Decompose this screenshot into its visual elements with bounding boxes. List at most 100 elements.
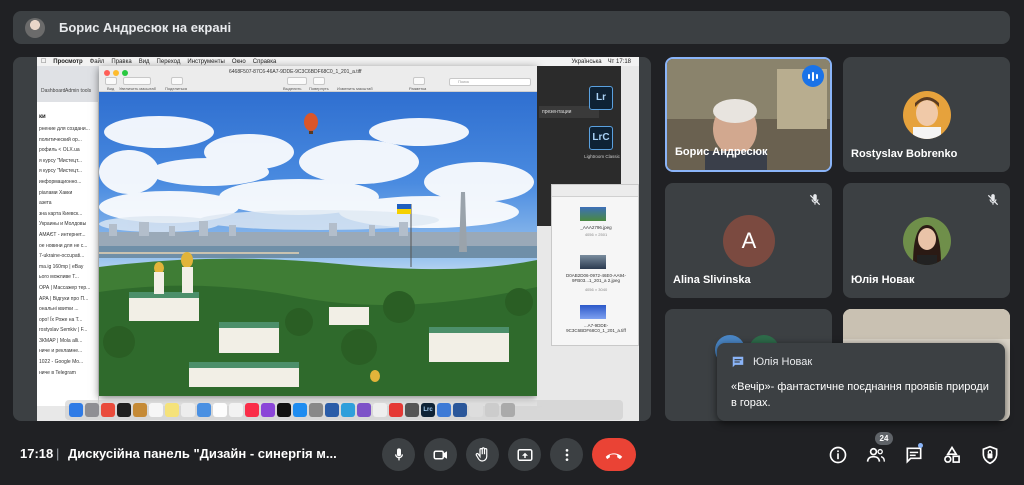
apple-icon:  bbox=[41, 58, 46, 65]
app-icon bbox=[485, 403, 499, 417]
app-icon bbox=[341, 403, 355, 417]
toolbar-label: Разметка bbox=[409, 86, 427, 91]
trash-icon bbox=[501, 403, 515, 417]
info-icon bbox=[829, 446, 847, 464]
mic-off-icon bbox=[987, 194, 999, 206]
browser-tab: Admin tools bbox=[65, 88, 92, 94]
file-name: _AAA2796.jpeg bbox=[580, 225, 612, 230]
mic-button[interactable] bbox=[382, 438, 415, 471]
chat-notification[interactable]: Юлія Новак «Вечір»- фантастичне поєднанн… bbox=[717, 343, 1005, 421]
participant-tile[interactable]: Юлія Новак bbox=[843, 183, 1010, 298]
lightroom-classic-icon: LrC bbox=[589, 126, 613, 150]
kyiv-lavra-photo bbox=[99, 92, 537, 396]
toolbar-label: Повернуть bbox=[309, 86, 329, 91]
bookmark-item: ього можливе Т... bbox=[39, 274, 79, 281]
presentation-stage[interactable]:  Просмотр Файл Правка Вид Переход Инстр… bbox=[13, 57, 651, 421]
podcasts-icon bbox=[261, 403, 275, 417]
file-name: D0AB2D06-0972-46E0-AA94-9FB03...1_201_a … bbox=[565, 273, 627, 283]
mic-icon bbox=[394, 447, 403, 460]
file-name: ...A7-9DDE-9C3C6BDF68C0_1_201_a.tiff bbox=[566, 323, 626, 333]
participant-name: Rostyslav Bobrenko bbox=[851, 148, 958, 160]
preview-filename: 6468F507-87C6-46A7-9DDE-9C3C6BDF68C0_1_2… bbox=[229, 69, 362, 75]
file-thumbnail bbox=[580, 207, 606, 221]
menubar-item: Переход bbox=[151, 58, 181, 65]
finder-window: _AAA2796.jpeg 4056 × 2501 D0AB2D06-0972-… bbox=[551, 184, 639, 346]
avatar-photo bbox=[903, 91, 951, 139]
toolbar-label: Вид bbox=[107, 86, 115, 91]
app-icon bbox=[357, 403, 371, 417]
meeting-info-button[interactable] bbox=[827, 444, 849, 466]
opera-icon bbox=[389, 403, 403, 417]
landscape-illustration bbox=[99, 113, 537, 396]
toolbar-label: Поделиться bbox=[165, 86, 188, 91]
bookmark-item: АРА | Відгуки про П... bbox=[39, 295, 89, 302]
reminders-icon bbox=[181, 403, 195, 417]
people-icon bbox=[866, 447, 885, 462]
participant-name: Борис Андресюк bbox=[675, 146, 768, 158]
bookmark-item: 7-ukraine-occupati... bbox=[39, 253, 85, 260]
participant-name: Alina Slivinska bbox=[673, 274, 751, 286]
presenter-avatar bbox=[25, 17, 45, 38]
menubar-keyboard: Українська bbox=[571, 58, 602, 65]
room-ceiling bbox=[843, 309, 1010, 339]
bookmarks-heading: ки bbox=[39, 114, 46, 120]
lightroom-classic-dock-icon: Lrc bbox=[421, 403, 435, 417]
people-button[interactable] bbox=[865, 444, 887, 466]
camera-icon bbox=[433, 450, 447, 459]
chat-bubble-icon bbox=[732, 356, 744, 368]
bookmark-item: азета bbox=[39, 200, 52, 207]
more-options-button[interactable] bbox=[550, 438, 583, 471]
host-controls-button[interactable] bbox=[979, 444, 1001, 466]
bookmark-item: оро! Їх Роже на Т... bbox=[39, 316, 83, 323]
participant-tile[interactable]: Борис Андресюк bbox=[665, 57, 832, 172]
launchpad-icon bbox=[85, 403, 99, 417]
bookmark-item: информационно... bbox=[39, 178, 82, 185]
rotate-button bbox=[313, 77, 325, 85]
photos-icon bbox=[213, 403, 227, 417]
minimize-window-icon bbox=[113, 70, 119, 76]
activities-button[interactable] bbox=[941, 444, 963, 466]
preview-search-field: Поиск bbox=[449, 78, 531, 86]
menubar-clock: Чт 17:18 bbox=[607, 58, 631, 65]
raise-hand-button[interactable] bbox=[466, 438, 499, 471]
avatar: A bbox=[723, 215, 775, 267]
avatar-photo bbox=[903, 217, 951, 265]
toolbar-label: Выделить bbox=[283, 86, 302, 91]
word-icon bbox=[453, 403, 467, 417]
close-window-icon bbox=[104, 70, 110, 76]
raise-hand-icon bbox=[475, 446, 487, 462]
menubar-item: Правка bbox=[106, 58, 131, 65]
mac-dock: Lrc bbox=[65, 400, 623, 420]
participant-tile[interactable]: A Alina Slivinska bbox=[665, 183, 832, 298]
bookmark-item: Украины и Молдовы bbox=[39, 221, 87, 228]
app-icon bbox=[229, 403, 243, 417]
calendar-icon bbox=[149, 403, 163, 417]
file-size: 4056 × 2501 bbox=[584, 232, 608, 237]
bookmark-item: 1022 - Google Mo... bbox=[39, 359, 84, 366]
share-button bbox=[171, 77, 183, 85]
bookmarks-list: ки рнение для создани... политический ор… bbox=[37, 102, 99, 406]
finder-icon bbox=[69, 403, 83, 417]
participant-tile[interactable]: Rostyslav Bobrenko bbox=[843, 57, 1010, 172]
present-button[interactable] bbox=[508, 438, 541, 471]
bookmark-item: ниче и рекламне... bbox=[39, 348, 83, 355]
view-button bbox=[105, 77, 117, 85]
menubar-item: Вид bbox=[133, 58, 150, 65]
zoom-window-icon bbox=[122, 70, 128, 76]
meeting-title[interactable]: Дискусійна панель "Дизайн - синергія м..… bbox=[68, 446, 337, 461]
host-controls-icon bbox=[982, 445, 998, 465]
music-icon bbox=[245, 403, 259, 417]
app-store-icon bbox=[293, 403, 307, 417]
unread-chat-dot bbox=[918, 443, 923, 448]
app-icon bbox=[197, 403, 211, 417]
file-size: 4056 × 3040 bbox=[584, 287, 608, 292]
bookmark-item: я курсу "Мистецт... bbox=[39, 157, 82, 164]
meeting-controls-bar: 17:18 | Дискусійна панель "Дизайн - сине… bbox=[0, 432, 1024, 485]
menubar-item: Просмотр bbox=[48, 58, 82, 65]
camera-button[interactable] bbox=[424, 438, 457, 471]
bookmark-item: rostyslav Semkiv | F... bbox=[39, 327, 88, 334]
chat-message: «Вечір»- фантастичне поєднання проявів п… bbox=[731, 381, 989, 409]
bookmark-item: АМАЄТ - интернет... bbox=[39, 231, 86, 238]
end-call-button[interactable] bbox=[592, 438, 636, 471]
toolbar-label: Изменить масштаб bbox=[337, 86, 373, 91]
